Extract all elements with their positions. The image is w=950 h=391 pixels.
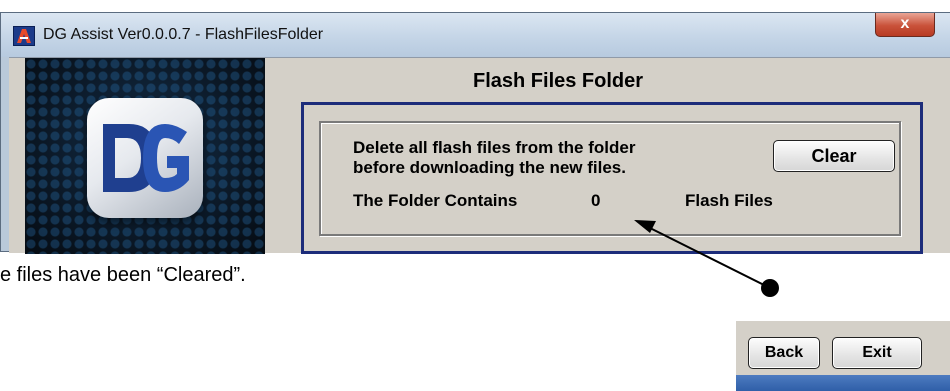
exit-button[interactable]: Exit (832, 337, 922, 369)
footer-strip-edge (736, 375, 950, 391)
arrow-head-icon (634, 220, 656, 233)
callout-dot-icon (761, 279, 779, 297)
back-button[interactable]: Back (748, 337, 820, 369)
